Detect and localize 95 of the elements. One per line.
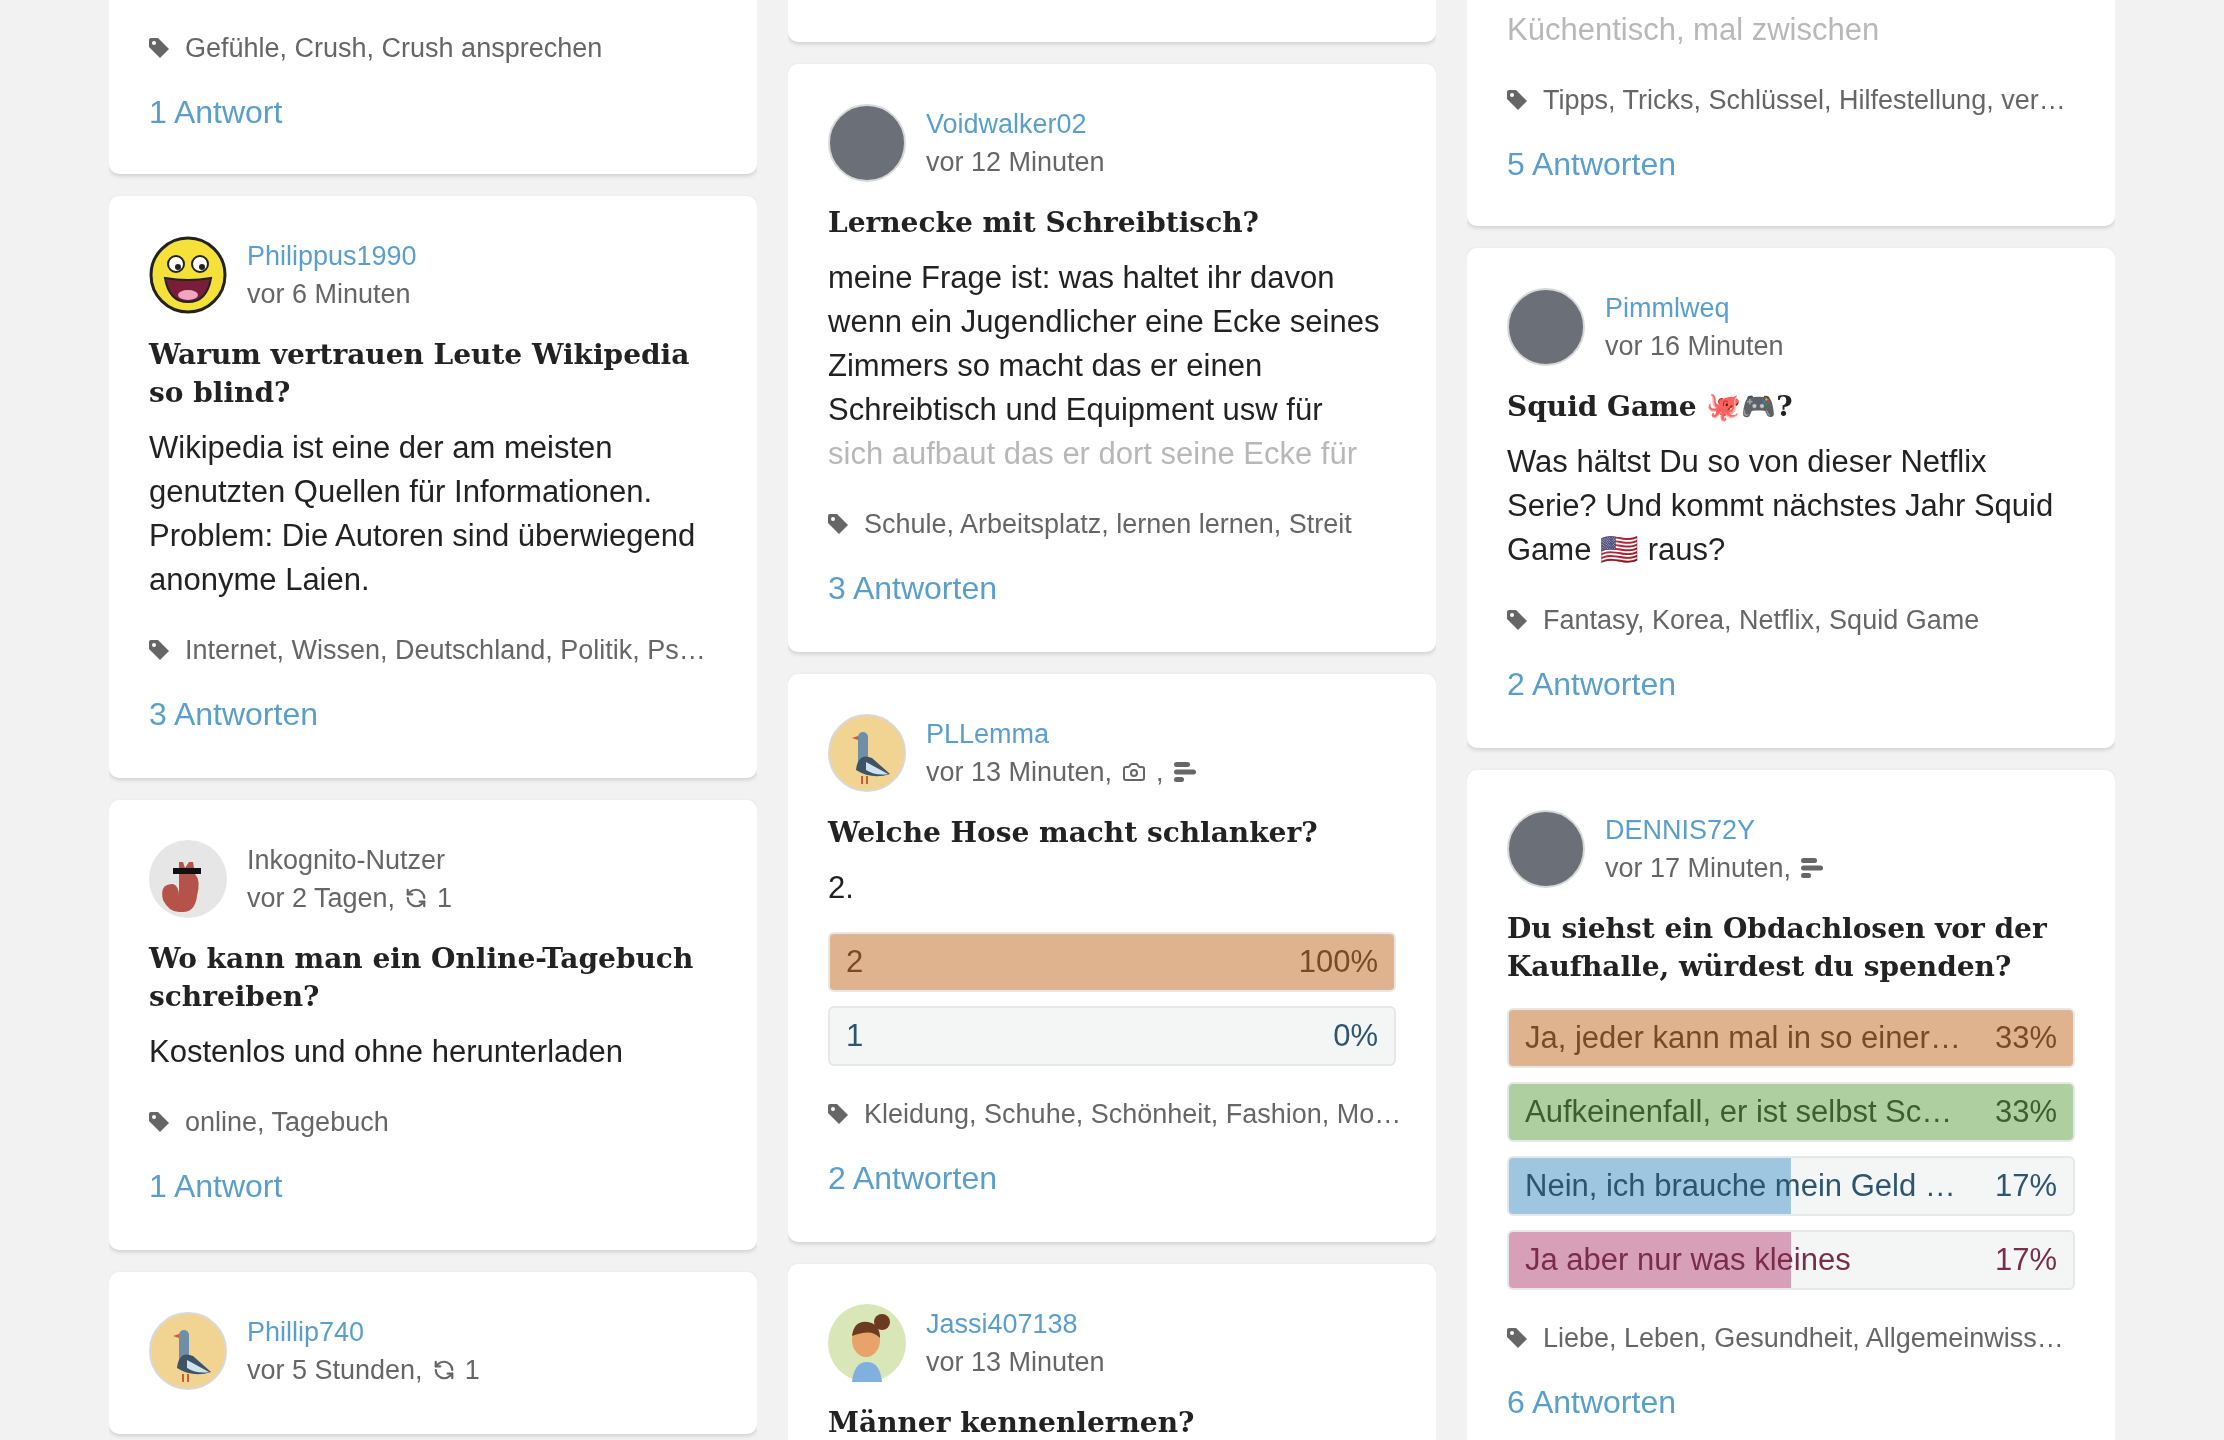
question-card[interactable]: Küchentisch, mal zwischen Tipps, Tricks, Schlüssel, Hilfestellung, ver… 5 Antworten bbox=[1467, 0, 2115, 226]
poll-icon bbox=[1801, 858, 1824, 878]
question-card[interactable] bbox=[1467, 770, 2115, 1440]
poll-option[interactable]: 2 100% bbox=[828, 932, 1396, 992]
question-text: Kostenlos und ohne herunterladen bbox=[149, 1033, 624, 1071]
post-time: vor 17 Minuten, bbox=[1605, 852, 1792, 885]
question-text: 2. bbox=[828, 869, 855, 907]
question-text: Wikipedia ist eine der am meisten genutzten Quellen für Informationen. Problem: Die Autoren sind überwiegend anonyme Laien. bbox=[149, 429, 697, 599]
poll-option-label: Ja aber nur was kleines bbox=[1525, 1240, 1851, 1279]
post-time: , bbox=[1156, 756, 1164, 789]
username[interactable]: Jassi407138 bbox=[926, 1305, 1105, 1343]
tag-icon bbox=[149, 640, 169, 660]
post-time: vor 2 Tagen, bbox=[247, 882, 396, 915]
squirrel-avatar-icon bbox=[149, 840, 227, 918]
post-time: vor 6 Minuten bbox=[247, 278, 411, 311]
tag-icon bbox=[1507, 90, 1527, 110]
repost-icon bbox=[405, 887, 428, 909]
poll-option[interactable]: Ja aber nur was kleines 17% bbox=[1507, 1230, 2075, 1290]
answers-link[interactable]: 6 Antworten bbox=[1507, 1382, 2075, 1422]
tag-icon bbox=[1507, 1328, 1527, 1348]
answers-link[interactable]: 5 Antworten bbox=[1507, 144, 2075, 184]
question-title[interactable]: Du siehst ein Obdachlosen vor der Kaufhalle, würdest du spenden? bbox=[1507, 910, 2075, 986]
tag-list[interactable]: Schule, Arbeitsplatz, lernen lernen, Streit bbox=[864, 506, 1352, 542]
tag-icon bbox=[1507, 610, 1527, 630]
faded-question-text: sich aufbaut das er dort seine Ecke für bbox=[828, 435, 1358, 473]
poll-icon bbox=[1173, 762, 1196, 782]
pigeon-avatar-icon bbox=[828, 714, 906, 792]
repost-count: 1 bbox=[437, 882, 453, 915]
username[interactable]: DENNIS72Y bbox=[1605, 811, 1824, 849]
smiley-avatar-icon bbox=[149, 236, 227, 314]
tag-icon bbox=[828, 1104, 848, 1124]
post-time: vor 13 Minuten bbox=[926, 1346, 1105, 1379]
tag-list[interactable]: Kleidung, Schuhe, Schönheit, Fashion, Mo… bbox=[864, 1096, 1402, 1132]
username[interactable]: Voidwalker02 bbox=[926, 105, 1105, 143]
question-card[interactable]: Phillip740 vor 5 Stunden, 1 bbox=[109, 1272, 757, 1434]
question-card[interactable]: PLLemma vor 13 Minuten, , Welche Hose macht schlanker? 2. 2 100% 1 0% Kleidung, Schuhe, Schönheit, Fashion, Mo… 2 Antworten bbox=[788, 674, 1436, 1242]
question-text: meine Frage ist: was haltet ihr davon wenn ein Jugendlicher eine Ecke seines Zimmers so macht das er einen Schreibtisch und Equipment usw für bbox=[828, 259, 1381, 429]
poll-option-label: Aufkeinenfall, er ist selbst Sc… bbox=[1525, 1092, 1953, 1131]
poll-option[interactable]: Ja, jeder kann mal in so einer… 33% bbox=[1507, 1008, 2075, 1068]
username: Inkognito-Nutzer bbox=[247, 844, 447, 877]
poll-option-percent: 0% bbox=[1333, 1016, 1378, 1055]
poll-option[interactable]: Nein, ich brauche mein Geld … 17% bbox=[1507, 1156, 2075, 1216]
tag-icon bbox=[828, 514, 848, 534]
poll-option-percent: 17% bbox=[1994, 1166, 2057, 1205]
tag-list[interactable]: Liebe, Leben, Gesundheit, Allgemeinwiss… bbox=[1543, 1320, 2064, 1356]
answers-link[interactable]: 2 Antworten bbox=[1507, 664, 2075, 704]
question-card[interactable] bbox=[109, 196, 757, 778]
post-time: vor 13 Minuten, bbox=[926, 756, 1113, 789]
poll-option-label: 1 bbox=[846, 1016, 864, 1055]
poll-option-label: 2 bbox=[846, 942, 864, 981]
camera-icon bbox=[1122, 760, 1147, 784]
tag-list[interactable]: Tipps, Tricks, Schlüssel, Hilfestellung, ver… bbox=[1543, 82, 2066, 118]
poll-option-label: Nein, ich brauche mein Geld … bbox=[1525, 1166, 1956, 1205]
question-title[interactable]: Lernecke mit Schreibtisch? bbox=[828, 204, 1396, 242]
post-time: vor 12 Minuten bbox=[926, 146, 1105, 179]
tag-icon bbox=[149, 38, 169, 58]
poll-option-percent: 33% bbox=[1994, 1018, 2057, 1057]
girl-avatar-icon bbox=[828, 1304, 906, 1382]
username[interactable]: Philippus1990 bbox=[247, 237, 417, 275]
username[interactable]: Phillip740 bbox=[247, 1313, 480, 1351]
username[interactable]: PLLemma bbox=[926, 715, 1196, 753]
question-card[interactable]: Jassi407138 vor 13 Minuten Männer kennenlernen? bbox=[788, 1264, 1436, 1440]
post-time: vor 16 Minuten bbox=[1605, 330, 1784, 363]
answers-link[interactable]: 1 Antwort bbox=[149, 1166, 717, 1206]
question-card[interactable]: Gefühle, Crush, Crush ansprechen 1 Antwort bbox=[109, 0, 757, 174]
username[interactable]: Pimmlweq bbox=[1605, 289, 1784, 327]
repost-icon bbox=[432, 1359, 455, 1381]
poll-option-label: Ja, jeder kann mal in so einer… bbox=[1525, 1018, 1961, 1057]
tag-list[interactable]: Fantasy, Korea, Netflix, Squid Game bbox=[1543, 602, 1980, 638]
tag-list[interactable]: Internet, Wissen, Deutschland, Politik, Ps… bbox=[185, 632, 706, 668]
poll-option[interactable]: Aufkeinenfall, er ist selbst Sc… 33% bbox=[1507, 1082, 2075, 1142]
question-card[interactable]: Pimmlweq vor 16 Minuten Squid Game 🐙🎮? Was hältst Du so von dieser Netflix Serie? Und kommt nächstes Jahr Squid Game 🇺🇸 raus? Fantasy, Korea, Netflix, Squid Game 2 Antworten bbox=[1467, 248, 2115, 748]
question-card[interactable]: Inkognito-Nutzer vor 2 Tagen, 1 Wo kann man ein Online-Tagebuch schreiben? Kostenlos und ohne herunterladen online, Tagebuch 1 Antwort bbox=[109, 800, 757, 1250]
poll-option-percent: 17% bbox=[1994, 1240, 2057, 1279]
poll-option-percent: 33% bbox=[1994, 1092, 2057, 1131]
question-title[interactable]: Welche Hose macht schlanker? bbox=[828, 814, 1396, 852]
question-title[interactable]: Warum vertrauen Leute Wikipedia so blind? bbox=[149, 336, 717, 412]
poll-option-percent: 100% bbox=[1298, 942, 1378, 981]
answers-link[interactable]: 3 Antworten bbox=[149, 694, 717, 734]
question-card[interactable] bbox=[788, 64, 1436, 652]
repost-count: 1 bbox=[464, 1354, 480, 1387]
answers-link[interactable]: 1 Antwort bbox=[149, 92, 717, 132]
faded-question-text: Küchentisch, mal zwischen bbox=[1507, 11, 1881, 49]
pigeon-avatar-icon bbox=[149, 1312, 227, 1390]
tag-list[interactable]: Gefühle, Crush, Crush ansprechen bbox=[185, 30, 603, 66]
answers-link[interactable]: 2 Antworten bbox=[828, 1158, 1396, 1198]
question-title[interactable]: Wo kann man ein Online-Tagebuch schreiben? bbox=[149, 940, 717, 1016]
tag-list[interactable]: online, Tagebuch bbox=[185, 1104, 389, 1140]
poll-option[interactable]: 1 0% bbox=[828, 1006, 1396, 1066]
question-text: Was hältst Du so von dieser Netflix Serie? Und kommt nächstes Jahr Squid Game 🇺🇸 raus? bbox=[1507, 443, 2055, 569]
question-title[interactable]: Männer kennenlernen? bbox=[828, 1404, 1396, 1440]
answers-link[interactable]: 3 Antworten bbox=[828, 568, 1396, 608]
question-title[interactable]: Squid Game 🐙🎮? bbox=[1507, 388, 2075, 426]
post-time: vor 5 Stunden, bbox=[247, 1354, 423, 1387]
tag-icon bbox=[149, 1112, 169, 1132]
